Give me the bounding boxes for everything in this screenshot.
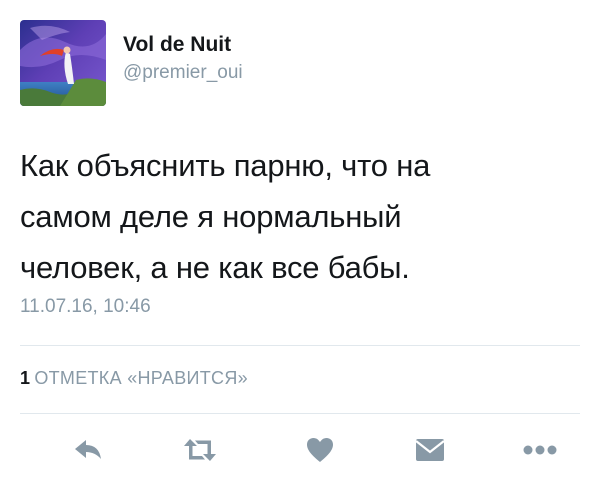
user-handle[interactable]: @premier_oui xyxy=(123,61,243,85)
direct-message-button[interactable] xyxy=(408,428,452,472)
like-count-row[interactable]: 1 ОТМЕТКА «НРАВИТСЯ» xyxy=(20,368,248,389)
tweet-text: Как объяснить парню, что на самом деле я… xyxy=(20,148,431,285)
more-icon xyxy=(523,445,557,455)
display-name[interactable]: Vol de Nuit xyxy=(123,32,243,58)
reply-icon xyxy=(75,440,101,459)
like-button[interactable] xyxy=(298,428,342,472)
more-button[interactable] xyxy=(518,428,562,472)
reply-button[interactable] xyxy=(66,428,110,472)
divider xyxy=(20,345,580,346)
avatar[interactable] xyxy=(20,20,106,106)
heart-icon xyxy=(307,438,333,462)
tweet-header: Vol de Nuit @premier_oui xyxy=(20,20,580,106)
like-label: ОТМЕТКА «НРАВИТСЯ» xyxy=(34,368,248,388)
direct-message-icon xyxy=(415,439,445,461)
user-names: Vol de Nuit @premier_oui xyxy=(123,32,243,85)
action-bar xyxy=(20,428,580,472)
retweet-button[interactable] xyxy=(178,428,222,472)
tweet-timestamp: 11.07.16, 10:46 xyxy=(20,296,151,317)
divider xyxy=(20,413,580,414)
retweet-icon xyxy=(184,439,216,461)
like-count: 1 xyxy=(20,368,31,388)
